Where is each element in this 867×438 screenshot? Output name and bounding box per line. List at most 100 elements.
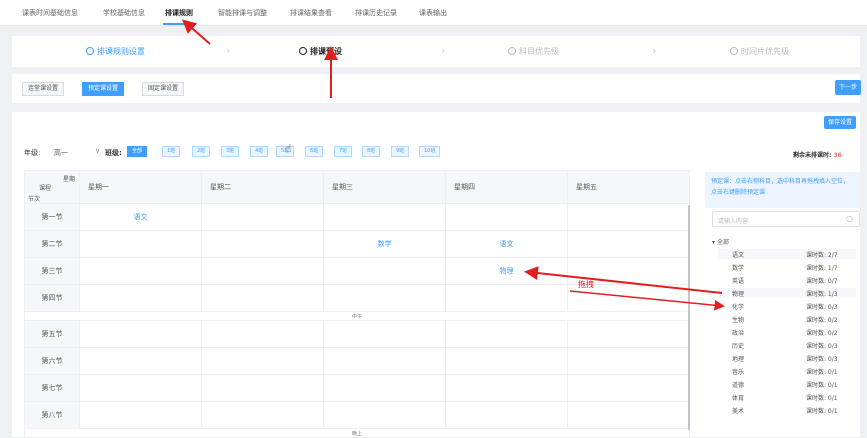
timetable-cell[interactable] (567, 374, 690, 402)
timetable-cell[interactable] (79, 374, 202, 402)
timetable-cell[interactable] (201, 347, 324, 375)
step-presets[interactable]: 排课预设 (299, 46, 342, 57)
timetable-cell[interactable]: 数学 (323, 230, 446, 258)
timetable-cell[interactable] (323, 284, 446, 312)
subject-hours: 课时数: 0/7 (806, 278, 838, 285)
subject-item[interactable]: 数学 课时数: 1/7 (718, 262, 856, 272)
step-circle-icon (299, 47, 307, 55)
tab-results[interactable]: 排课结果查看 (290, 8, 332, 18)
timetable-cell[interactable] (79, 284, 202, 312)
timetable-cell[interactable] (445, 401, 568, 429)
timetable-cell[interactable] (201, 284, 324, 312)
class-button-all[interactable]: 全部 (127, 146, 148, 157)
timetable-cell[interactable] (445, 203, 568, 231)
table-row: 第八节 (24, 401, 690, 429)
step-circle-icon (508, 47, 516, 55)
step-rule-settings[interactable]: 排课规则设置 (86, 46, 145, 57)
timetable-cell[interactable] (79, 320, 202, 348)
tab-reserved-classes[interactable]: 预定课设置 (82, 82, 125, 96)
timetable-cell[interactable] (445, 284, 568, 312)
search-placeholder: 请输入内容 (718, 218, 749, 225)
class-button[interactable]: 4班 (250, 146, 269, 157)
timetable-cell[interactable] (79, 401, 202, 429)
subject-item[interactable]: 地理 课时数: 0/3 (718, 353, 856, 363)
save-settings-button[interactable]: 保存设置 (824, 116, 856, 129)
class-button[interactable]: 6班 (305, 146, 324, 157)
class-button[interactable]: 8班 (362, 146, 381, 157)
search-icon[interactable]: ○ (846, 214, 853, 223)
timetable-cell[interactable] (201, 320, 324, 348)
day-header: 星期五 (567, 170, 690, 204)
timetable-cell[interactable] (567, 401, 690, 429)
subject-item[interactable]: 政治 课时数: 0/2 (718, 327, 856, 337)
timetable-cell[interactable] (79, 230, 202, 258)
subject-item[interactable]: 历史 课时数: 0/3 (718, 340, 856, 350)
subject-hours: 课时数: 0/2 (806, 330, 838, 337)
grade-select[interactable]: 高一 (54, 148, 68, 158)
tab-smart-scheduling[interactable]: 智能排课与调整 (218, 8, 267, 18)
subject-name: 政治 (732, 330, 745, 337)
tab-history[interactable]: 排课历史记录 (355, 8, 397, 18)
next-step-button[interactable]: 下一步 (835, 80, 861, 95)
step-label: 时间片优先级 (741, 47, 789, 56)
timetable-cell[interactable]: 语文 (445, 230, 568, 258)
chevron-down-icon[interactable]: ∨ (95, 147, 100, 155)
class-button[interactable]: 3班 (221, 146, 240, 157)
timetable-cell[interactable] (201, 203, 324, 231)
timetable-cell[interactable] (445, 374, 568, 402)
class-button[interactable]: 9班 (391, 146, 410, 157)
subject-item[interactable]: 语文 课时数: 2/7 (718, 249, 856, 259)
subject-item[interactable]: 道德 课时数: 0/1 (718, 379, 856, 389)
subject-item[interactable]: 音乐 课时数: 0/1 (718, 366, 856, 376)
tab-scheduling-rules[interactable]: 排课规则 (165, 8, 193, 18)
timetable-cell[interactable] (567, 320, 690, 348)
timetable-cell[interactable] (201, 257, 324, 285)
step-timeslot-priority[interactable]: 时间片优先级 (730, 46, 789, 57)
subject-hours: 课时数: 0/1 (806, 395, 838, 402)
tree-root-all[interactable]: ▾ 全部 (712, 237, 729, 246)
timetable-cell[interactable]: 物理 (445, 257, 568, 285)
step-subject-priority[interactable]: 科目优先级 (508, 46, 559, 57)
timetable-cell[interactable]: 语文 (79, 203, 202, 231)
subject-item[interactable]: 化学 课时数: 0/3 (718, 301, 856, 311)
timetable-cell[interactable] (323, 374, 446, 402)
tab-fixed-classes[interactable]: 固定课设置 (142, 82, 185, 96)
timetable-cell[interactable] (323, 320, 446, 348)
tree-root-label: 全部 (716, 239, 729, 246)
subject-item[interactable]: 物理 课时数: 1/3 (718, 288, 856, 298)
subject-item[interactable]: 体育 课时数: 0/1 (718, 392, 856, 402)
class-button[interactable]: 7班 (334, 146, 353, 157)
preset-tabbar: 连堂课设置 预定课设置 固定课设置 下一步 (12, 74, 861, 103)
tab-school-info[interactable]: 学校基础信息 (103, 8, 145, 18)
timetable-cell[interactable] (323, 257, 446, 285)
timetable-cell[interactable] (323, 401, 446, 429)
timetable-cell[interactable] (79, 347, 202, 375)
timetable-cell[interactable] (323, 347, 446, 375)
tab-output[interactable]: 课表输出 (419, 8, 447, 18)
grid-scrollbar[interactable] (688, 205, 690, 430)
timetable-cell[interactable] (445, 320, 568, 348)
class-button[interactable]: 2班 (192, 146, 211, 157)
tab-time-info[interactable]: 课表时间基础信息 (22, 8, 78, 18)
timetable-cell[interactable] (201, 374, 324, 402)
class-button[interactable]: 10班 (419, 146, 441, 157)
period-label: 第六节 (24, 347, 80, 375)
timetable-cell[interactable] (567, 230, 690, 258)
timetable-cell[interactable] (445, 347, 568, 375)
step-label: 排课预设 (310, 47, 342, 56)
tab-consecutive-classes[interactable]: 连堂课设置 (22, 82, 65, 96)
timetable-cell[interactable] (567, 203, 690, 231)
timetable-cell[interactable] (201, 401, 324, 429)
timetable-cell[interactable] (79, 257, 202, 285)
class-button[interactable]: 1班 (162, 146, 181, 157)
corner-week-label: 星期 (62, 176, 75, 183)
timetable-cell[interactable] (201, 230, 324, 258)
subject-item[interactable]: 美术 课时数: 0/1 (718, 405, 856, 415)
subject-item[interactable]: 英语 课时数: 0/7 (718, 275, 856, 285)
step-label: 科目优先级 (519, 47, 559, 56)
subject-hours: 课时数: 2/7 (806, 252, 838, 259)
subject-search-input[interactable]: 请输入内容 ○ (712, 211, 860, 227)
subject-item[interactable]: 生物 课时数: 0/2 (718, 314, 856, 324)
timetable-cell[interactable] (323, 203, 446, 231)
timetable-cell[interactable] (567, 347, 690, 375)
